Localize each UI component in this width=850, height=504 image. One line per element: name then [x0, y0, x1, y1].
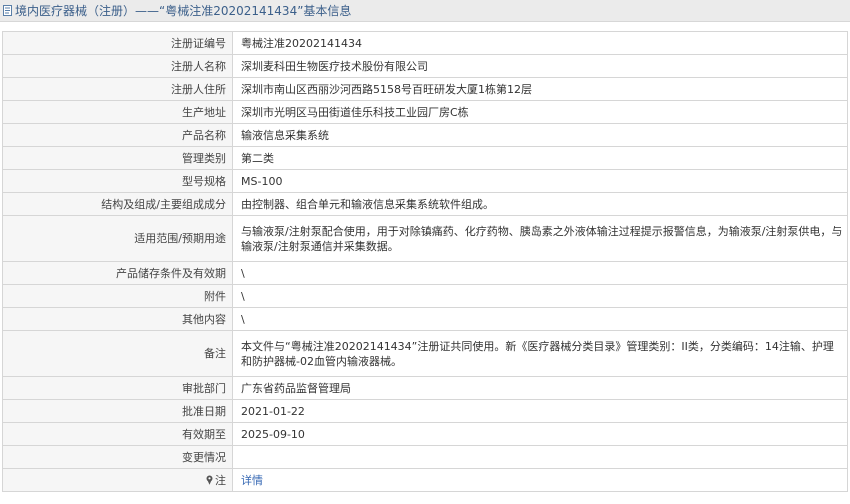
field-label: 有效期至: [2, 422, 233, 446]
field-value: 深圳市光明区马田街道佳乐科技工业园厂房C栋: [232, 100, 848, 124]
field-value: 广东省药品监督管理局: [232, 376, 848, 400]
field-label: 型号规格: [2, 169, 233, 193]
device-info-table: 注册证编号 粤械注准20202141434 注册人名称 深圳麦科田生物医疗技术股…: [2, 31, 848, 492]
table-row: 注册证编号 粤械注准20202141434: [2, 31, 848, 55]
field-value: 第二类: [232, 146, 848, 170]
table-row: 其他内容 \: [2, 307, 848, 331]
field-label: 其他内容: [2, 307, 233, 331]
field-value: 粤械注准20202141434: [232, 31, 848, 55]
field-value: 深圳麦科田生物医疗技术股份有限公司: [232, 54, 848, 78]
table-row: 结构及组成/主要组成成分 由控制器、组合单元和输液信息采集系统软件组成。: [2, 192, 848, 216]
field-label: 附件: [2, 284, 233, 308]
table-row: 适用范围/预期用途 与输液泵/注射泵配合使用，用于对除镇痛药、化疗药物、胰岛素之…: [2, 215, 848, 262]
field-value: 本文件与“粤械注准20202141434”注册证共同使用。新《医疗器械分类目录》…: [232, 330, 848, 377]
field-label: 审批部门: [2, 376, 233, 400]
table-row: 附件 \: [2, 284, 848, 308]
field-label: 生产地址: [2, 100, 233, 124]
table-row: 型号规格 MS-100: [2, 169, 848, 193]
field-label: 备注: [2, 330, 233, 377]
page-title-bar: 境内医疗器械（注册）——“粤械注准20202141434”基本信息: [0, 0, 850, 22]
table-row-note: 注 详情: [2, 468, 848, 492]
field-label: 结构及组成/主要组成成分: [2, 192, 233, 216]
field-label: 注册人名称: [2, 54, 233, 78]
table-row: 批准日期 2021-01-22: [2, 399, 848, 423]
details-link[interactable]: 详情: [241, 474, 263, 487]
field-value: 2025-09-10: [232, 422, 848, 446]
page-title: 境内医疗器械（注册）——“粤械注准20202141434”基本信息: [15, 4, 352, 18]
field-value-text: 本文件与“粤械注准20202141434”注册证共同使用。新《医疗器械分类目录》…: [241, 339, 834, 368]
table-row: 产品名称 输液信息采集系统: [2, 123, 848, 147]
table-row: 生产地址 深圳市光明区马田街道佳乐科技工业园厂房C栋: [2, 100, 848, 124]
table-row: 审批部门 广东省药品监督管理局: [2, 376, 848, 400]
table-row: 产品储存条件及有效期 \: [2, 261, 848, 285]
table-row: 管理类别 第二类: [2, 146, 848, 170]
field-label: 适用范围/预期用途: [2, 215, 233, 262]
field-value: 与输液泵/注射泵配合使用，用于对除镇痛药、化疗药物、胰岛素之外液体输注过程提示报…: [232, 215, 848, 262]
document-icon: [2, 5, 13, 16]
pin-icon: [205, 475, 214, 485]
table-row: 有效期至 2025-09-10: [2, 422, 848, 446]
field-label: 管理类别: [2, 146, 233, 170]
field-value: MS-100: [232, 169, 848, 193]
field-value-text: 与输液泵/注射泵配合使用，用于对除镇痛药、化疗药物、胰岛素之外液体输注过程提示报…: [241, 224, 843, 253]
field-value: \: [232, 284, 848, 308]
field-value: [232, 445, 848, 469]
field-label: 产品储存条件及有效期: [2, 261, 233, 285]
field-value: \: [232, 307, 848, 331]
table-row: 注册人名称 深圳麦科田生物医疗技术股份有限公司: [2, 54, 848, 78]
table-row: 注册人住所 深圳市南山区西丽沙河西路5158号百旺研发大厦1栋第12层: [2, 77, 848, 101]
note-label-cell: 注: [2, 468, 233, 492]
field-value: \: [232, 261, 848, 285]
table-row: 备注 本文件与“粤械注准20202141434”注册证共同使用。新《医疗器械分类…: [2, 330, 848, 377]
field-value: 输液信息采集系统: [232, 123, 848, 147]
field-value: 深圳市南山区西丽沙河西路5158号百旺研发大厦1栋第12层: [232, 77, 848, 101]
note-label: 注: [215, 473, 226, 487]
field-value: 由控制器、组合单元和输液信息采集系统软件组成。: [232, 192, 848, 216]
field-label: 产品名称: [2, 123, 233, 147]
field-label: 变更情况: [2, 445, 233, 469]
field-label: 批准日期: [2, 399, 233, 423]
field-label: 注册人住所: [2, 77, 233, 101]
table-row: 变更情况: [2, 445, 848, 469]
field-value: 2021-01-22: [232, 399, 848, 423]
field-label: 注册证编号: [2, 31, 233, 55]
note-value-cell: 详情: [232, 468, 848, 492]
